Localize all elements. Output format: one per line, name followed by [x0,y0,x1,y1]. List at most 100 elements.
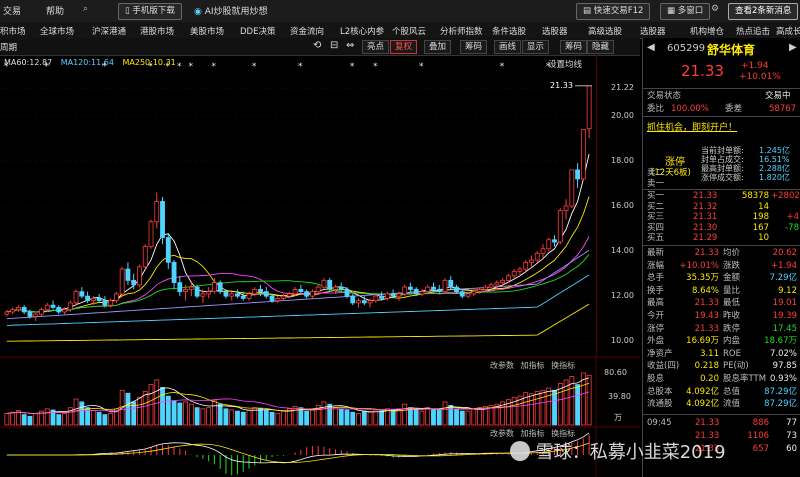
volume-switch-indicator[interactable]: 换指标 [551,361,575,370]
order-level-label: 卖一 [647,178,665,189]
stat-label: 涨幅 [647,260,665,271]
event-star-icon: * [252,62,257,72]
candle-body [540,248,546,254]
candle-body [586,85,592,130]
ai-link[interactable]: ◉ AI炒股就用炒想 [194,4,268,17]
volume-bar [217,403,223,426]
menu-item-trade[interactable]: 交易 [3,4,21,17]
nav-item-16[interactable]: 高成长性 [776,25,800,37]
prev-stock-icon[interactable]: ◀ [647,42,655,53]
toolbar-button-4[interactable]: 画线 [494,40,522,54]
menu-item-help[interactable]: 帮助 [46,4,64,17]
event-star-icon: * [350,62,355,72]
move-icon[interactable]: ⇔ [346,40,354,51]
news-button[interactable]: 查看2条新消息 [728,3,799,20]
volume-bar [177,402,183,426]
volume-bar [246,409,252,426]
toolbar-button-0[interactable]: 亮点 [362,40,390,54]
volume-bar [235,410,240,426]
macd-add-indicator[interactable]: 加指标 [521,429,545,438]
open-account-promo[interactable]: 抓住机会，即刻开户！ [647,120,737,133]
nav-item-11[interactable]: 选股器 [542,25,568,37]
candle-body [137,266,142,286]
stock-price: 21.33 [681,62,724,80]
settings-icon[interactable]: ⚙ [711,4,719,14]
search-icon[interactable]: ⌕ [83,4,88,14]
nav-item-15[interactable]: 热点追击 [736,25,770,37]
event-star-icon: * [212,62,217,72]
macd-edit-params[interactable]: 改参数 [490,429,514,438]
order-book-row: 买五 21.29 10 [643,233,800,243]
mobile-download-button[interactable]: ▯ 手机版下载 [118,3,182,20]
stat-label: ROE [723,348,741,359]
nav-item-9[interactable]: 分析师指数 [440,25,483,37]
candle-body [286,293,292,297]
stock-change: +1.94 [741,61,769,71]
candle-body [119,268,125,295]
nav-item-5[interactable]: DDE决策 [240,25,275,37]
volume-bar [436,409,442,426]
candle-body [62,309,67,313]
nav-item-3[interactable]: 港股市场 [140,25,174,37]
stat-value: +10.01% [679,260,719,271]
nav-item-1[interactable]: 全球市场 [40,25,74,37]
volume-bar [413,409,419,426]
candle-body [235,293,240,297]
macd-switch-indicator[interactable]: 换指标 [551,429,575,438]
volume-bar [194,407,200,426]
candle-body [425,286,431,293]
candle-body [142,246,148,268]
candle-body [73,291,79,304]
stat-label: PE(动) [723,361,749,372]
nav-item-12[interactable]: 高级选股 [588,25,622,37]
nav-item-6[interactable]: 资金流向 [290,25,324,37]
nav-item-8[interactable]: 个股风云 [392,25,426,37]
toolbar-button-7[interactable]: 隐藏 [587,40,615,54]
candle-body [482,286,488,290]
toolbar-button-6[interactable]: 筹码 [560,40,588,54]
nav-item-13[interactable]: 选股器 [640,25,666,37]
candle-body [298,288,304,293]
volume-bar [21,414,27,426]
next-stock-icon[interactable]: ▶ [789,42,797,53]
nav-item-2[interactable]: 沪深港通 [92,25,126,37]
ma-settings-link[interactable]: 设置均线 [548,58,582,70]
volume-add-indicator[interactable]: 加指标 [521,361,545,370]
multi-window-button[interactable]: ▦ 多窗口 [660,3,711,20]
stats-row: 最新 21.33 均价 20.62 [643,248,800,258]
toolbar-button-3[interactable]: 筹码 [460,40,488,54]
nav-item-10[interactable]: 条件选股 [492,25,526,37]
toolbar-button-2[interactable]: 叠加 [424,40,452,54]
snowball-logo-icon [510,441,530,461]
price-tick-label: 20.00 [611,110,634,120]
candle-body [79,291,85,297]
nav-item-14[interactable]: 机构增仓 [690,25,724,37]
candle-body [413,288,419,295]
quick-trade-button[interactable]: ▤ 快速交易F12 [576,3,651,20]
nav-item-7[interactable]: L2核心内参 [340,25,384,37]
candle-body [56,307,62,313]
stat-value: 4.092亿 [686,399,719,410]
period-selector[interactable]: 周期 [0,41,17,53]
order-level-label: 买二 [647,201,665,212]
stat-value: 7.02% [769,348,797,359]
nav-item-0[interactable]: 积市场 [0,25,26,37]
kline-chart[interactable]: * * * * * * * * * * * * * * * [0,55,640,477]
volume-axis-mid: 39.80 [608,392,631,401]
toolbar-button-1[interactable]: 复权 [390,40,418,54]
candle-body [246,293,252,299]
order-volume: 10 [758,233,769,244]
price-tick-label: 21.22 [611,83,634,93]
volume-bar [108,413,114,426]
refresh-icon[interactable]: ⟲ [313,40,321,51]
volume-bar [206,407,212,426]
volume-edit-params[interactable]: 改参数 [490,361,514,370]
candle-body [477,288,483,293]
lock-icon[interactable]: ⊟ [330,40,338,51]
candle-body [194,286,200,297]
nav-item-4[interactable]: 美股市场 [190,25,224,37]
toolbar-button-5[interactable]: 显示 [522,40,550,54]
volume-bar [448,404,454,426]
stat-value: 20.62 [772,248,797,258]
volume-bar [275,413,281,426]
